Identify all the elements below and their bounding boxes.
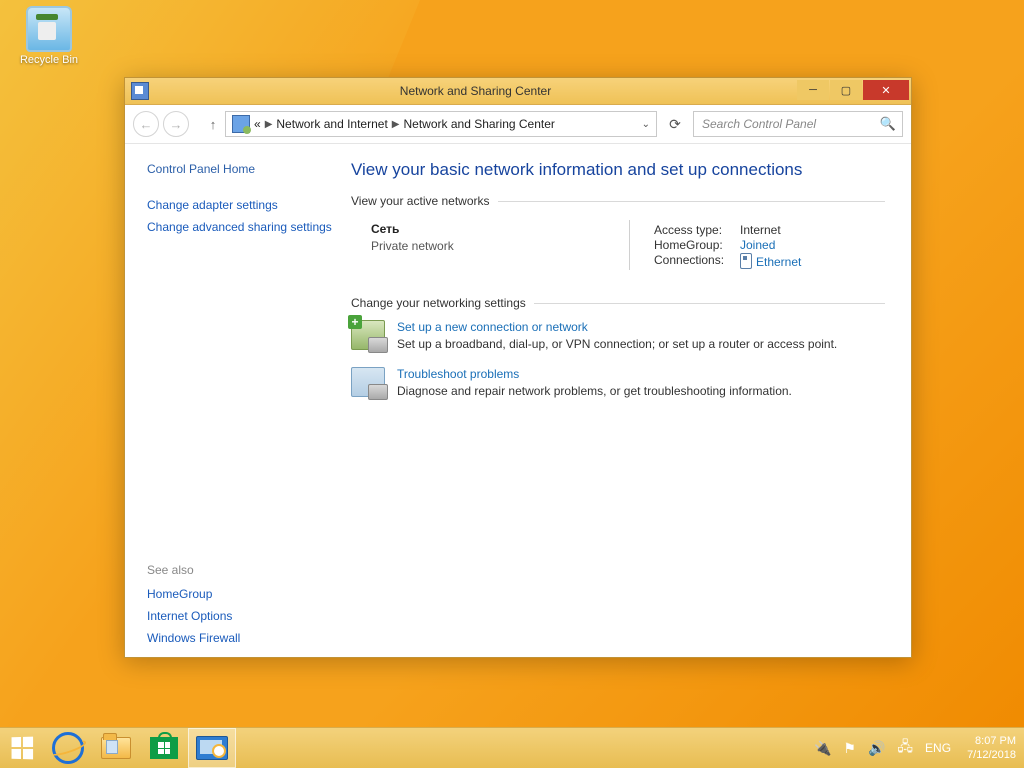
connections-label: Connections: (654, 253, 740, 269)
breadcrumb-current[interactable]: Network and Sharing Center (404, 117, 555, 131)
taskbar-file-explorer[interactable] (92, 728, 140, 768)
homegroup-link[interactable]: Joined (740, 238, 775, 252)
access-type-value: Internet (740, 223, 781, 237)
tray-volume-icon[interactable]: 🔊 (868, 740, 885, 757)
troubleshoot-icon (351, 367, 385, 397)
taskbar-control-panel[interactable] (188, 728, 236, 768)
troubleshoot-desc: Diagnose and repair network problems, or… (397, 384, 792, 398)
connection-link[interactable]: Ethernet (740, 253, 801, 269)
network-name[interactable]: Сеть (371, 222, 611, 236)
taskbar-ie[interactable] (44, 728, 92, 768)
active-networks-label: View your active networks (351, 194, 490, 208)
desktop: Recycle Bin Network and Sharing Center ─… (0, 0, 1024, 768)
breadcrumb-parent[interactable]: Network and Internet (276, 117, 387, 131)
address-bar[interactable]: « ▶ Network and Internet ▶ Network and S… (225, 111, 657, 137)
see-also-internet-options[interactable]: Internet Options (147, 609, 343, 623)
change-settings-label: Change your networking settings (351, 296, 526, 310)
taskbar-store[interactable] (140, 728, 188, 768)
maximize-button[interactable]: ▢ (830, 80, 862, 100)
tray-safely-remove-icon[interactable]: 🔌 (814, 740, 831, 757)
tray-date: 7/12/2018 (967, 748, 1016, 762)
recycle-bin-icon (26, 6, 72, 52)
see-also-homegroup[interactable]: HomeGroup (147, 587, 343, 601)
window-title: Network and Sharing Center (155, 84, 796, 98)
network-type: Private network (371, 239, 611, 253)
search-input[interactable] (700, 116, 880, 132)
minimize-button[interactable]: ─ (797, 80, 829, 100)
control-panel-taskbar-icon (196, 736, 228, 760)
breadcrumb-prefix: « (254, 117, 261, 131)
desktop-icon-recycle-bin[interactable]: Recycle Bin (12, 6, 86, 66)
start-button[interactable] (0, 728, 44, 768)
divider (629, 220, 630, 270)
connection-name: Ethernet (756, 255, 801, 269)
ethernet-icon (740, 253, 752, 269)
system-tray: 🔌 ⚑ 🔊 🖧 ENG 8:07 PM 7/12/2018 (814, 734, 1024, 762)
page-heading: View your basic network information and … (351, 160, 885, 180)
internet-explorer-icon (52, 732, 84, 764)
active-network-block: Сеть Private network Access type:Interne… (351, 222, 885, 270)
access-type-label: Access type: (654, 223, 740, 237)
up-button[interactable]: ↑ (205, 117, 221, 132)
forward-button[interactable]: → (163, 111, 189, 137)
tray-language[interactable]: ENG (925, 741, 951, 755)
taskbar: 🔌 ⚑ 🔊 🖧 ENG 8:07 PM 7/12/2018 (0, 727, 1024, 768)
sidebar: Control Panel Home Change adapter settin… (125, 144, 351, 659)
titlebar[interactable]: Network and Sharing Center ─ ▢ ✕ (125, 78, 911, 105)
control-panel-window: Network and Sharing Center ─ ▢ ✕ ← → ↑ «… (124, 77, 912, 658)
content-pane: View your basic network information and … (351, 144, 911, 659)
window-icon (131, 82, 149, 100)
task-setup-connection: Set up a new connection or network Set u… (351, 320, 885, 351)
search-box[interactable]: 🔍 (693, 111, 903, 137)
divider (498, 201, 885, 202)
address-dropdown-icon[interactable]: ⌄ (642, 119, 650, 130)
control-panel-icon (232, 115, 250, 133)
search-icon[interactable]: 🔍 (880, 116, 896, 132)
setup-connection-desc: Set up a broadband, dial-up, or VPN conn… (397, 337, 837, 351)
chevron-right-icon: ▶ (265, 119, 273, 130)
back-button[interactable]: ← (133, 111, 159, 137)
task-troubleshoot: Troubleshoot problems Diagnose and repai… (351, 367, 885, 398)
tray-time: 8:07 PM (967, 734, 1016, 748)
close-button[interactable]: ✕ (863, 80, 909, 100)
divider (534, 303, 885, 304)
store-icon (150, 737, 178, 759)
setup-connection-link[interactable]: Set up a new connection or network (397, 320, 837, 334)
navigation-bar: ← → ↑ « ▶ Network and Internet ▶ Network… (125, 105, 911, 144)
homegroup-label: HomeGroup: (654, 238, 740, 252)
sidebar-link-adapter-settings[interactable]: Change adapter settings (147, 198, 343, 212)
troubleshoot-link[interactable]: Troubleshoot problems (397, 367, 792, 381)
chevron-right-icon: ▶ (392, 119, 400, 130)
setup-connection-icon (351, 320, 385, 350)
tray-action-center-icon[interactable]: ⚑ (843, 740, 856, 757)
windows-logo-icon (12, 737, 34, 760)
control-panel-home-link[interactable]: Control Panel Home (147, 162, 343, 176)
tray-network-icon[interactable]: 🖧 (897, 736, 913, 760)
refresh-button[interactable]: ⟳ (661, 112, 689, 136)
see-also-windows-firewall[interactable]: Windows Firewall (147, 631, 343, 645)
recycle-bin-label: Recycle Bin (12, 54, 86, 66)
sidebar-link-advanced-sharing[interactable]: Change advanced sharing settings (147, 220, 343, 234)
folder-icon (101, 737, 131, 759)
see-also-heading: See also (147, 563, 343, 577)
tray-clock[interactable]: 8:07 PM 7/12/2018 (967, 734, 1016, 762)
